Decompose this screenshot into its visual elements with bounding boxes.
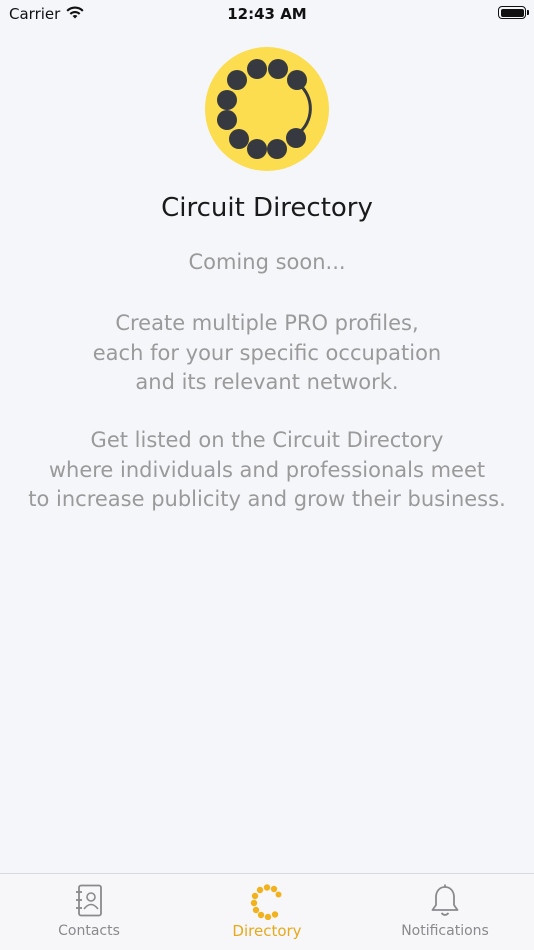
tab-label-notifications: Notifications xyxy=(401,923,489,939)
description-paragraph-1: Create multiple PRO profiles, each for y… xyxy=(0,309,534,398)
clock: 12:43 AM xyxy=(227,5,307,23)
coming-soon-text: Coming soon... xyxy=(188,250,346,274)
tab-notifications[interactable]: Notifications xyxy=(356,874,534,950)
tab-contacts[interactable]: Contacts xyxy=(0,874,178,950)
circuit-logo xyxy=(205,47,329,171)
description-line: each for your specific occupation xyxy=(92,340,442,365)
description-line: to increase publicity and grow their bus… xyxy=(28,487,506,511)
description-line: Get listed on the Circuit Directory xyxy=(90,428,444,452)
tab-label-contacts: Contacts xyxy=(58,923,120,939)
directory-icon xyxy=(250,884,284,924)
tab-label-directory: Directory xyxy=(232,922,302,940)
battery-icon xyxy=(498,6,529,19)
description-line: where individuals and professionals meet xyxy=(48,457,486,482)
tab-directory[interactable]: Directory xyxy=(178,874,356,950)
description-line: and its relevant network. xyxy=(135,370,399,394)
description-line: Create multiple PRO profiles, xyxy=(115,311,419,335)
bell-icon xyxy=(429,884,461,922)
description-paragraph-2: Get listed on the Circuit Directory wher… xyxy=(0,426,534,515)
status-bar: Carrier 12:43 AM xyxy=(0,0,534,30)
tab-bar: Contacts Directory Notifications xyxy=(0,873,534,950)
page-title: Circuit Directory xyxy=(161,193,373,223)
contacts-icon xyxy=(74,884,104,922)
